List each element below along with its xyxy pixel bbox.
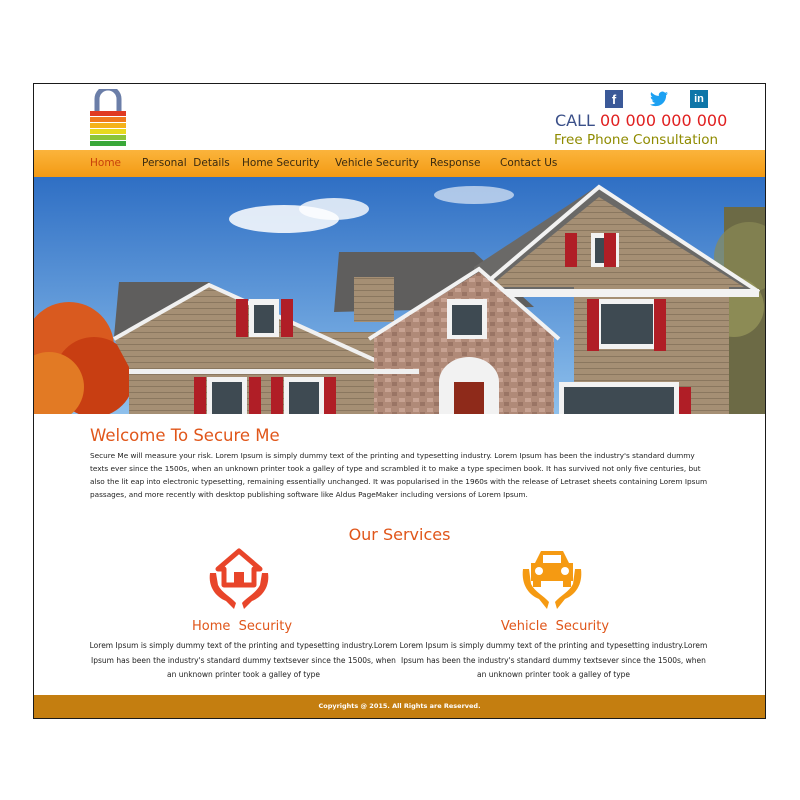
nav-vehicle-security[interactable]: Vehicle Security (335, 157, 419, 169)
nav-contact-us[interactable]: Contact Us (500, 157, 557, 169)
facebook-icon[interactable]: f (605, 90, 623, 108)
car-in-hands-icon[interactable] (519, 547, 585, 611)
main-nav: Home Personal Details Home Security Vehi… (34, 150, 765, 177)
house-in-hands-icon[interactable] (206, 547, 272, 611)
nav-home-security[interactable]: Home Security (242, 157, 319, 169)
twitter-icon[interactable] (650, 90, 668, 108)
nav-personal-details[interactable]: Personal Details (142, 157, 230, 169)
welcome-title: Welcome To Secure Me (90, 426, 280, 445)
linkedin-icon[interactable]: in (690, 90, 708, 108)
service-home-security-text: Lorem Ipsum is simply dummy text of the … (89, 641, 398, 679)
welcome-paragraph: Secure Me will measure your risk. Lorem … (90, 451, 708, 499)
call-line: CALL 00 000 000 000 (555, 111, 727, 130)
services-title: Our Services (348, 525, 451, 544)
service-vehicle-security-title[interactable]: Vehicle Security (405, 619, 705, 634)
phone-number[interactable]: 00 000 000 000 (600, 111, 727, 130)
consultation-text: Free Phone Consultation (554, 132, 719, 148)
service-home-security-title[interactable]: Home Security (92, 619, 392, 634)
padlock-logo-icon[interactable] (90, 89, 126, 146)
footer-copyright: Copyrights @ 2015. All Rights are Reserv… (34, 695, 765, 718)
hero-house-image (34, 177, 765, 414)
page-frame: f in CALL 00 000 000 000 Free Phone Cons… (33, 83, 766, 719)
call-label: CALL (555, 111, 595, 130)
nav-home[interactable]: Home (90, 157, 121, 169)
nav-response[interactable]: Response (430, 157, 480, 169)
service-vehicle-security-text: Lorem Ipsum is simply dummy text of the … (399, 641, 708, 679)
